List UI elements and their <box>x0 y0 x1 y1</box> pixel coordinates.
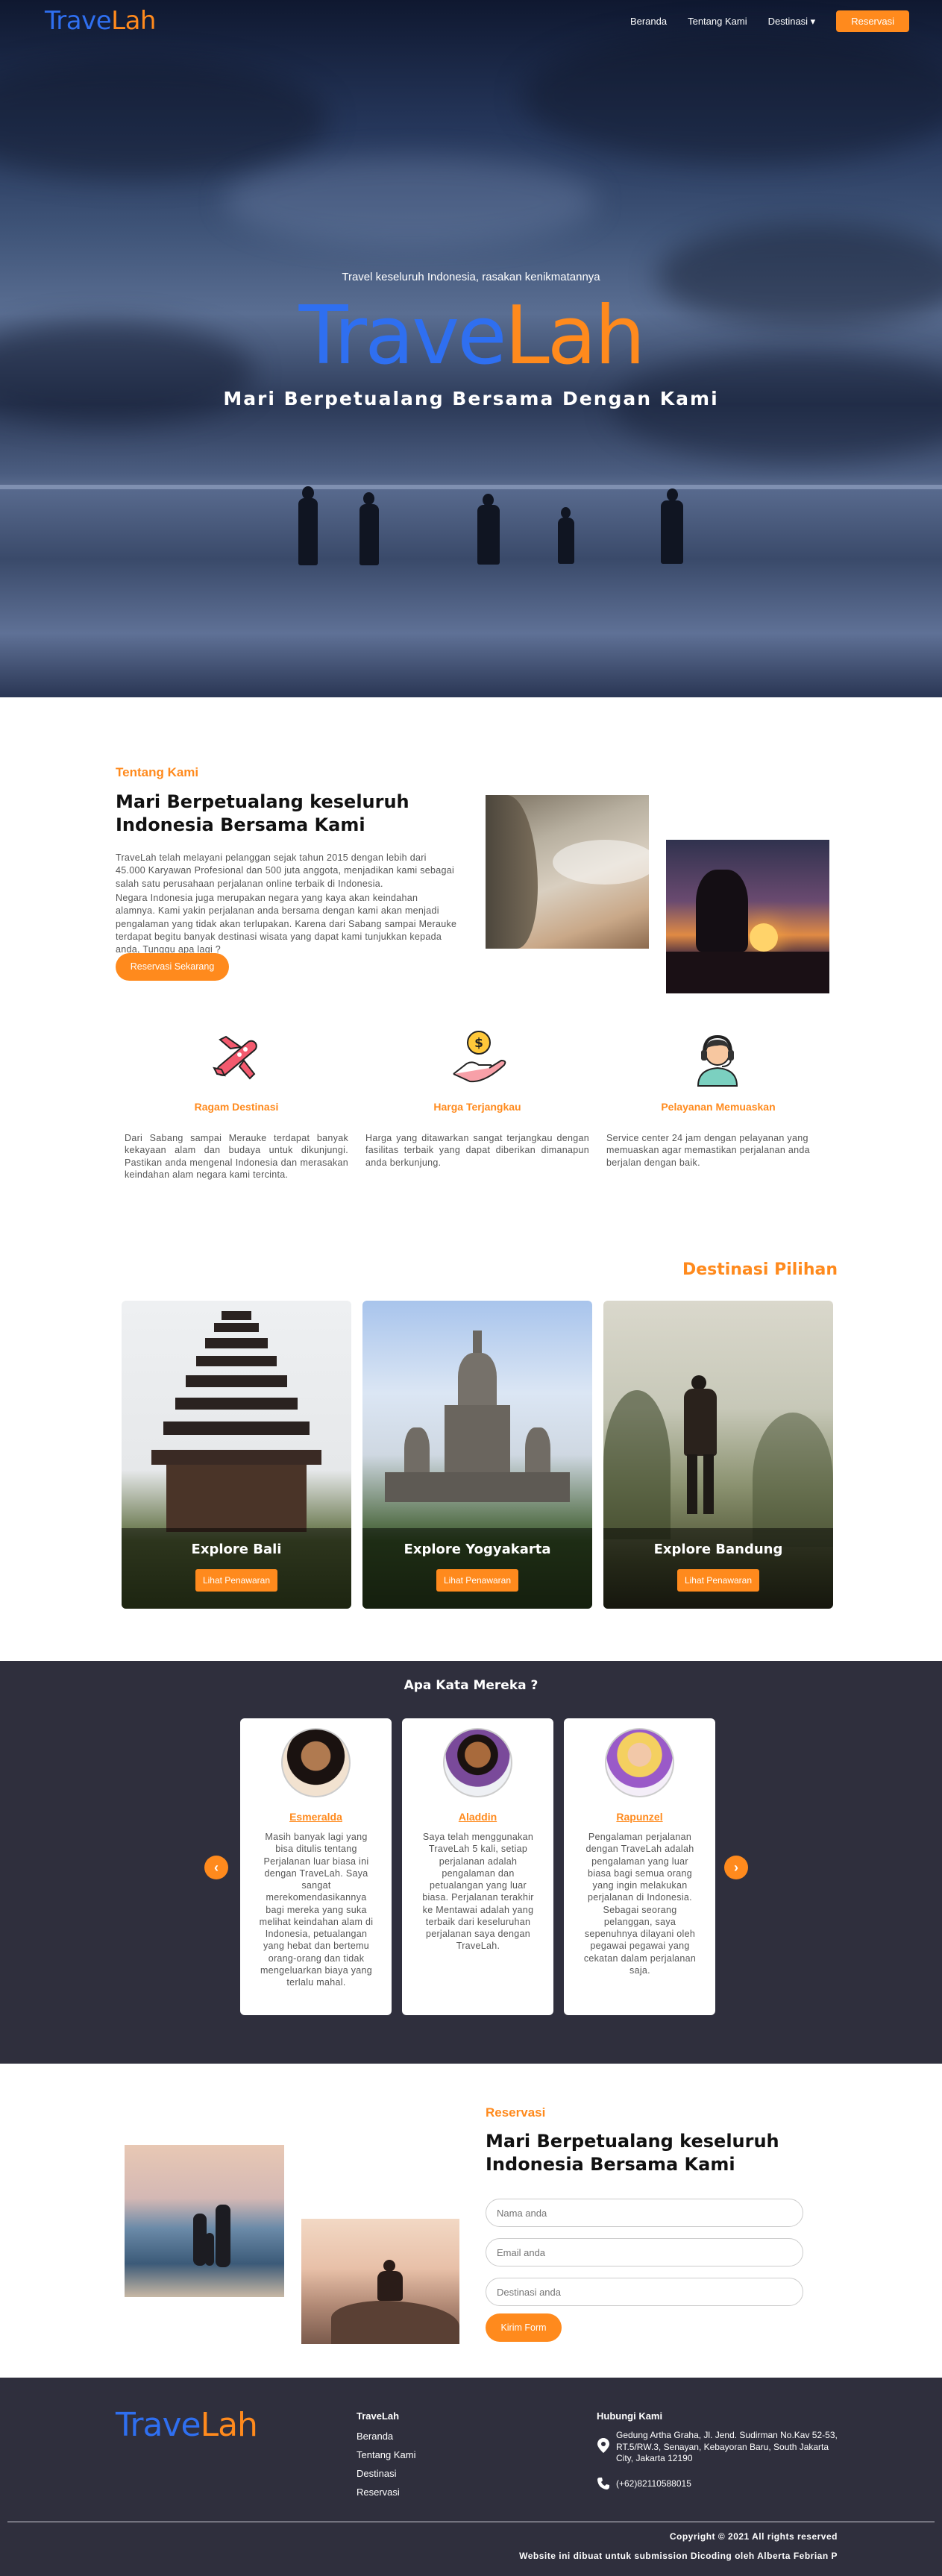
email-input[interactable] <box>486 2238 803 2266</box>
footer-link-beranda[interactable]: Beranda <box>357 2431 393 2442</box>
about-paragraph-2: Negara Indonesia juga merupakan negara y… <box>116 893 457 955</box>
testimonial-name-rapunzel[interactable]: Rapunzel <box>564 1811 715 1823</box>
testimonial-text-rapunzel: Pengalaman perjalanan dengan TraveLah ad… <box>583 1832 697 1976</box>
footer-link-tentang-kami[interactable]: Tentang Kami <box>357 2449 416 2460</box>
brand-part-2: Lah <box>111 6 156 36</box>
destinations-heading: Destinasi Pilihan <box>682 1260 838 1279</box>
reservation-kicker: Reservasi <box>486 2105 546 2120</box>
footer-link-destinasi[interactable]: Destinasi <box>357 2468 396 2479</box>
destination-name-bali: Explore Bali <box>191 1542 282 1557</box>
support-agent-icon <box>686 1026 749 1089</box>
footer-brand-part-2: Lah <box>200 2406 258 2444</box>
feature-text-ragam-destinasi: Dari Sabang sampai Merauke terdapat bany… <box>125 1133 348 1180</box>
family-beach-photo <box>125 2145 284 2297</box>
feature-title-ragam-destinasi: Ragam Destinasi <box>194 1101 279 1113</box>
about-kicker: Tentang Kami <box>116 765 199 779</box>
hero-title-part-2: Lah <box>504 289 646 383</box>
footer-brand-logo[interactable]: TraveLah <box>116 2406 258 2444</box>
testimonial-text-aladdin: Saya telah menggunakan TraveLah 5 kali, … <box>422 1832 534 1952</box>
nav-dropdown-destinasi[interactable]: Destinasi ▾ <box>768 16 816 28</box>
mountain-sitter-photo <box>301 2219 459 2344</box>
kirim-form-button[interactable]: Kirim Form <box>486 2313 562 2342</box>
about-paragraph-1: TraveLah telah melayani pelanggan sejak … <box>116 852 455 889</box>
avatar-rapunzel <box>605 1728 674 1797</box>
name-input[interactable] <box>486 2199 803 2227</box>
footer-contact-title: Hubungi Kami <box>597 2410 663 2422</box>
sunset-hiker-photo <box>666 840 829 993</box>
destination-caption-yogyakarta: Explore Yogyakarta Lihat Penawaran <box>362 1528 592 1609</box>
sea-water <box>0 485 942 697</box>
footer-brand-part-1: Trave <box>116 2406 201 2444</box>
feature-title-pelayanan-memuaskan: Pelayanan Memuaskan <box>661 1101 776 1113</box>
footer-link-reservasi[interactable]: Reservasi <box>357 2487 400 2498</box>
testimonial-card-aladdin: Aladdin Saya telah menggunakan TraveLah … <box>402 1718 553 2015</box>
phone-icon <box>597 2478 609 2493</box>
destination-card-bandung[interactable]: Explore Bandung Lihat Penawaran <box>603 1301 833 1609</box>
destination-name-yogyakarta: Explore Yogyakarta <box>404 1542 551 1557</box>
destination-input[interactable] <box>486 2278 803 2306</box>
feature-title-harga-terjangkau: Harga Terjangkau <box>433 1101 521 1113</box>
testimonial-card-esmeralda: Esmeralda Masih banyak lagi yang bisa di… <box>240 1718 392 2015</box>
carousel-prev-button[interactable]: ‹ <box>204 1856 228 1879</box>
footer-credit: Website ini dibuat untuk submission Dico… <box>519 2551 838 2561</box>
footer-address: Gedung Artha Graha, Jl. Jend. Sudirman N… <box>616 2430 838 2464</box>
lihat-penawaran-yogyakarta-button[interactable]: Lihat Penawaran <box>436 1569 518 1592</box>
destination-card-bali[interactable]: Explore Bali Lihat Penawaran <box>122 1301 351 1609</box>
airplane-icon <box>205 1026 268 1089</box>
navbar: TraveLah Beranda Tentang Kami Destinasi … <box>0 0 942 39</box>
location-pin-icon <box>597 2438 609 2457</box>
about-heading: Mari Berpetualang keseluruh Indonesia Be… <box>116 791 409 836</box>
feature-text-harga-terjangkau: Harga yang ditawarkan sangat terjangkau … <box>365 1133 589 1168</box>
footer-copyright: Copyright © 2021 All rights reserved <box>669 2531 838 2542</box>
destination-caption-bali: Explore Bali Lihat Penawaran <box>122 1528 351 1609</box>
destination-name-bandung: Explore Bandung <box>653 1542 783 1557</box>
hero-tagline: Mari Berpetualang Bersama Dengan Kami <box>223 388 719 409</box>
nav-link-beranda[interactable]: Beranda <box>630 16 667 27</box>
brand-part-1: Trave <box>45 6 112 36</box>
coin-hand-icon: $ <box>448 1026 510 1089</box>
avatar-esmeralda <box>281 1728 351 1797</box>
hero-title-part-1: Trave <box>298 289 507 383</box>
testimonials-heading: Apa Kata Mereka ? <box>404 1678 538 1693</box>
feature-text-pelayanan-memuaskan: Service center 24 jam dengan pelayanan y… <box>606 1133 810 1168</box>
lihat-penawaran-bali-button[interactable]: Lihat Penawaran <box>195 1569 277 1592</box>
testimonial-name-aladdin[interactable]: Aladdin <box>402 1811 553 1823</box>
testimonial-card-rapunzel: Rapunzel Pengalaman perjalanan dengan Tr… <box>564 1718 715 2015</box>
hero-title: TraveLah <box>0 289 942 383</box>
reservation-heading: Mari Berpetualang keseluruh Indonesia Be… <box>486 2131 779 2176</box>
reservasi-sekarang-button[interactable]: Reservasi Sekarang <box>116 953 229 981</box>
destination-card-yogyakarta[interactable]: Explore Yogyakarta Lihat Penawaran <box>362 1301 592 1609</box>
nav-link-tentang-kami[interactable]: Tentang Kami <box>688 16 747 27</box>
nav-reservasi-button[interactable]: Reservasi <box>836 10 909 32</box>
destination-caption-bandung: Explore Bandung Lihat Penawaran <box>603 1528 833 1609</box>
testimonial-text-esmeralda: Masih banyak lagi yang bisa ditulis tent… <box>259 1832 374 1988</box>
footer-nav-title: TraveLah <box>357 2410 400 2422</box>
hero-subtitle: Travel keseluruh Indonesia, rasakan keni… <box>342 271 600 283</box>
footer-phone[interactable]: (+62)82110588015 <box>616 2478 691 2489</box>
brand-logo[interactable]: TraveLah <box>45 6 156 36</box>
lihat-penawaran-bandung-button[interactable]: Lihat Penawaran <box>677 1569 759 1592</box>
beach-cliff-photo <box>486 795 649 949</box>
carousel-next-button[interactable]: › <box>724 1856 748 1879</box>
nav-links: Beranda Tentang Kami Destinasi ▾ Reserva… <box>630 10 909 32</box>
hero-banner: Travel keseluruh Indonesia, rasakan keni… <box>0 0 942 697</box>
svg-text:$: $ <box>474 1036 483 1051</box>
testimonial-name-esmeralda[interactable]: Esmeralda <box>240 1811 392 1823</box>
avatar-aladdin <box>443 1728 512 1797</box>
